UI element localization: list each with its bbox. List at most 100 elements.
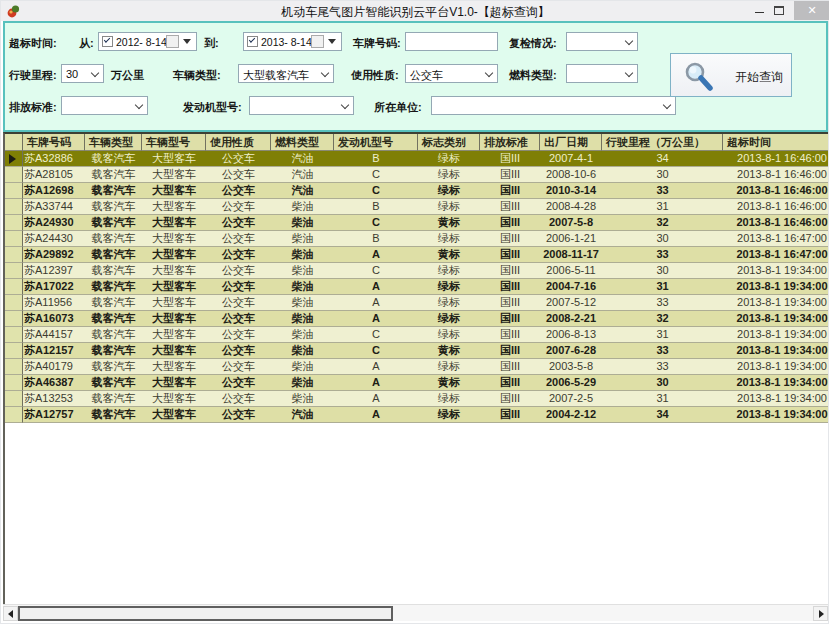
cell: 2008-10-6: [540, 167, 602, 183]
col-header[interactable]: 车辆型号: [142, 134, 206, 151]
table-row[interactable]: 苏A11956载客汽车大型客车公交车柴油A绿标国III2007-5-123320…: [5, 295, 828, 311]
table-row[interactable]: 苏A29892载客汽车大型客车公交车柴油A黄标国III2008-11-17332…: [5, 247, 828, 263]
calendar-icon[interactable]: [311, 35, 324, 48]
magnifier-icon: [683, 61, 717, 93]
cell: 2006-5-29: [540, 375, 602, 391]
cell: 国III: [480, 199, 540, 215]
cell: 苏A11956: [23, 295, 85, 311]
table-row[interactable]: 苏A12757载客汽车大型客车公交车汽油A绿标国III2004-2-123420…: [5, 407, 828, 423]
label-organization: 所在单位:: [374, 100, 422, 115]
start-query-button[interactable]: 开始查询: [670, 53, 792, 97]
cell: 苏A12757: [23, 407, 85, 423]
cell: 苏A46387: [23, 375, 85, 391]
chevron-down-icon: [485, 69, 493, 77]
cell: 公交车: [206, 231, 271, 247]
cell: 33: [602, 343, 723, 359]
engine-model-select[interactable]: [249, 96, 354, 115]
cell: C: [334, 167, 418, 183]
to-date-picker[interactable]: 2013- 8-14: [243, 32, 342, 51]
col-header[interactable]: 发动机型号: [334, 134, 418, 151]
cell: 公交车: [206, 359, 271, 375]
maximize-button[interactable]: [770, 1, 788, 20]
cell: 2013-8-1 19:34:00: [723, 263, 828, 279]
cell: 2006-5-11: [540, 263, 602, 279]
cell: 2013-8-1 16:47:00: [723, 247, 828, 263]
table-row[interactable]: 苏A33744载客汽车大型客车公交车柴油B绿标国III2008-4-283120…: [5, 199, 828, 215]
chevron-down-icon: [625, 37, 633, 45]
row-selector-cell: [5, 247, 23, 263]
close-button[interactable]: ✕: [794, 1, 829, 20]
table-row[interactable]: 苏A12397载客汽车大型客车公交车柴油C绿标国III2006-5-113020…: [5, 263, 828, 279]
plate-number-input[interactable]: [405, 32, 498, 51]
organization-select[interactable]: [431, 96, 676, 115]
table-row[interactable]: 苏A16073载客汽车大型客车公交车柴油A绿标国III2008-2-213220…: [5, 311, 828, 327]
from-date-checkbox[interactable]: [102, 36, 113, 47]
cell: 2010-3-14: [540, 183, 602, 199]
fuel-type-select[interactable]: [566, 64, 638, 83]
cell: 苏A17022: [23, 279, 85, 295]
row-selector-cell: [5, 295, 23, 311]
row-selector-cell: [5, 231, 23, 247]
col-header[interactable]: 车辆类型: [85, 134, 142, 151]
cell: 绿标: [418, 407, 480, 423]
table-row[interactable]: 苏A24430载客汽车大型客车公交车柴油B绿标国III2006-1-213020…: [5, 231, 828, 247]
row-selector-cell: [5, 151, 23, 167]
table-row[interactable]: 苏A13253载客汽车大型客车公交车柴油A绿标国III2007-2-531201…: [5, 391, 828, 407]
col-header[interactable]: 使用性质: [206, 134, 271, 151]
scroll-right-button[interactable]: [813, 606, 828, 621]
from-date-dropdown-arrow[interactable]: [183, 39, 191, 44]
table-row[interactable]: 苏A12157载客汽车大型客车公交车柴油C黄标国III2007-6-283320…: [5, 343, 828, 359]
chevron-down-icon: [625, 69, 633, 77]
cell: 大型客车: [142, 375, 206, 391]
results-grid: 车牌号码车辆类型车辆型号使用性质燃料类型发动机型号标志类别排放标准出厂日期行驶里…: [3, 132, 828, 604]
col-header[interactable]: 车牌号码: [23, 134, 85, 151]
emission-standard-select[interactable]: [61, 96, 148, 115]
calendar-icon[interactable]: [166, 35, 179, 48]
table-row[interactable]: 苏A24930载客汽车大型客车公交车柴油C黄标国III2007-5-832201…: [5, 215, 828, 231]
horizontal-scrollbar[interactable]: [3, 604, 828, 621]
minimize-button[interactable]: [751, 1, 769, 20]
table-row[interactable]: 苏A40179载客汽车大型客车公交车柴油A绿标国III2003-5-833201…: [5, 359, 828, 375]
col-header[interactable]: 出厂日期: [540, 134, 602, 151]
cell: 公交车: [206, 215, 271, 231]
cell: 国III: [480, 327, 540, 343]
col-header[interactable]: 燃料类型: [271, 134, 334, 151]
cell: 国III: [480, 183, 540, 199]
cell: 汽油: [271, 407, 334, 423]
col-header[interactable]: 标志类别: [418, 134, 480, 151]
row-selector-cell: [5, 215, 23, 231]
to-date-checkbox[interactable]: [247, 36, 258, 47]
scrollbar-thumb[interactable]: [18, 606, 393, 621]
cell: 2006-8-13: [540, 327, 602, 343]
table-row[interactable]: 苏A28105载客汽车大型客车公交车汽油C绿标国III2008-10-63020…: [5, 167, 828, 183]
col-header[interactable]: 排放标准: [480, 134, 540, 151]
recheck-status-select[interactable]: [566, 32, 638, 51]
cell: 黄标: [418, 375, 480, 391]
cell: 33: [602, 295, 723, 311]
label-recheck-status: 复检情况:: [509, 36, 557, 51]
scroll-left-button[interactable]: [3, 606, 18, 621]
to-date-dropdown-arrow[interactable]: [328, 39, 336, 44]
col-header[interactable]: 超标时间: [723, 134, 828, 151]
table-row[interactable]: 苏A17022载客汽车大型客车公交车柴油A绿标国III2004-7-163120…: [5, 279, 828, 295]
row-selector-cell: [5, 167, 23, 183]
cell: C: [334, 183, 418, 199]
vehicle-type-select[interactable]: 大型载客汽车: [238, 64, 334, 83]
cell: 33: [602, 183, 723, 199]
col-header[interactable]: 行驶里程（万公里）: [602, 134, 723, 151]
table-row[interactable]: 苏A12698载客汽车大型客车公交车汽油C绿标国III2010-3-143320…: [5, 183, 828, 199]
cell: 绿标: [418, 295, 480, 311]
cell: 大型客车: [142, 231, 206, 247]
cell: 载客汽车: [85, 247, 142, 263]
cell: 2007-2-5: [540, 391, 602, 407]
title-bar: 机动车尾气图片智能识别云平台V1.0-【超标查询】 ✕: [1, 1, 829, 21]
table-row[interactable]: 苏A44157载客汽车大型客车公交车柴油C绿标国III2006-8-133120…: [5, 327, 828, 343]
table-row[interactable]: 苏A32886载客汽车大型客车公交车汽油B绿标国III2007-4-134201…: [5, 151, 828, 167]
mileage-select[interactable]: 30: [61, 64, 104, 83]
from-date-picker[interactable]: 2012- 8-14: [98, 32, 197, 51]
cell: 2013-8-1 16:47:00: [723, 231, 828, 247]
cell: 公交车: [206, 167, 271, 183]
cell: 苏A32886: [23, 151, 85, 167]
usage-select[interactable]: 公交车: [405, 64, 498, 83]
table-row[interactable]: 苏A46387载客汽车大型客车公交车柴油A黄标国III2006-5-293020…: [5, 375, 828, 391]
